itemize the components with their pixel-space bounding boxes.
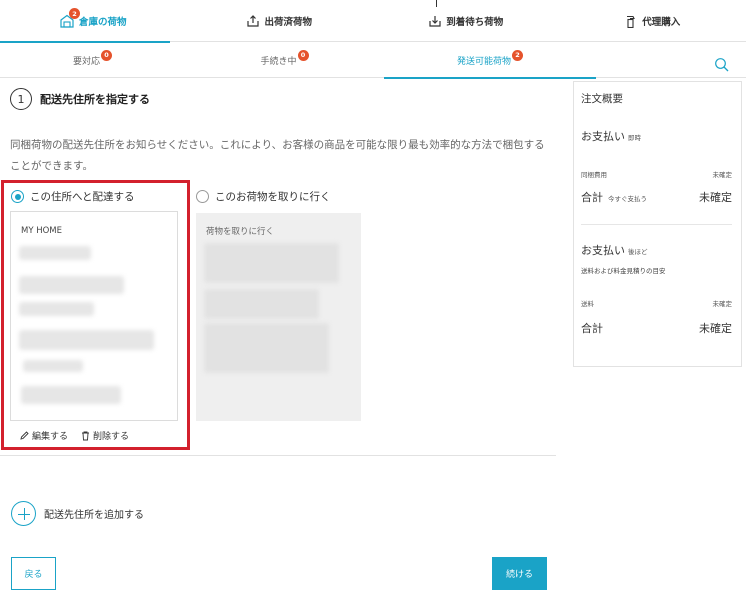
pickup-card-title: 荷物を取りに行く	[206, 227, 275, 237]
redacted-text	[204, 289, 319, 319]
tab-proxy-purchase[interactable]: 代理購入	[560, 0, 746, 42]
pay-later-heading-text: お支払い	[581, 244, 625, 257]
tab-label: 出荷済荷物	[264, 17, 312, 28]
pay-later-heading-note: 後ほど	[628, 248, 648, 256]
delete-address-button[interactable]: 削除する	[81, 429, 129, 442]
pickup-card[interactable]: 荷物を取りに行く	[196, 213, 361, 421]
pay-later-total-value: 未確定	[699, 322, 732, 335]
summary-divider	[581, 224, 732, 225]
tab-warehouse[interactable]: 2 倉庫の荷物	[0, 0, 187, 43]
step-number: 1	[10, 88, 32, 110]
deliver-radio[interactable]	[11, 190, 24, 203]
pay-later-item-row: 送料 未確定	[581, 298, 732, 308]
redacted-text	[204, 243, 339, 283]
add-address-label: 配送先住所を追加する	[44, 510, 144, 521]
subtab-badge: 0	[101, 49, 112, 61]
pay-now-heading: お支払い 即時	[581, 128, 641, 144]
warehouse-icon: 2	[60, 8, 80, 28]
pay-later-item-value: 未確定	[712, 300, 733, 308]
edit-label: 編集する	[32, 432, 69, 442]
pay-now-heading-note: 即時	[628, 134, 641, 142]
sub-nav: 要対応 0 手続き中 0 発送可能荷物 2	[0, 42, 746, 79]
address-card[interactable]: MY HOME	[10, 211, 178, 421]
pickup-radio[interactable]	[196, 190, 209, 203]
subtab-ready-to-ship[interactable]: 発送可能荷物 2	[384, 42, 596, 79]
pencil-icon	[20, 431, 29, 440]
summary-title: 注文概要	[581, 93, 623, 105]
warehouse-badge: 2	[68, 8, 80, 19]
tab-label: 到着待ち荷物	[446, 17, 504, 28]
tab-label: 代理購入	[642, 17, 681, 28]
pay-later-item-label: 送料	[581, 300, 594, 308]
redacted-text	[21, 386, 121, 404]
subtab-action-required[interactable]: 要対応 0	[35, 42, 150, 78]
redacted-text	[23, 360, 83, 372]
subtab-badge: 0	[297, 49, 309, 61]
order-summary: 注文概要 お支払い 即時 同梱費用 未確定 合計 今すぐ支払う 未確定 お支払い 後ほ…	[573, 81, 742, 367]
section-divider	[0, 455, 556, 456]
tab-shipped[interactable]: 出荷済荷物	[187, 0, 374, 42]
redacted-text	[204, 323, 329, 373]
redacted-text	[19, 302, 94, 316]
search-icon[interactable]	[714, 57, 730, 73]
tab-incoming[interactable]: 到着待ち荷物	[373, 0, 560, 42]
deliver-option[interactable]: この住所へと配達する	[11, 189, 134, 204]
subtab-label: 手続き中	[260, 56, 297, 67]
redacted-text	[19, 246, 91, 260]
address-card-title: MY HOME	[21, 226, 63, 236]
pay-now-item-row: 同梱費用 未確定	[581, 169, 732, 179]
back-button[interactable]: 戻る	[11, 557, 56, 590]
pay-later-total-row: 合計 未確定	[581, 320, 732, 336]
outbox-icon	[247, 15, 260, 27]
pay-now-item-value: 未確定	[712, 171, 733, 179]
continue-button[interactable]: 続ける	[492, 557, 547, 590]
deliver-label: この住所へと配達する	[30, 191, 135, 203]
pay-now-item-label: 同梱費用	[581, 171, 607, 179]
subtab-label: 要対応	[72, 56, 100, 67]
delete-label: 削除する	[93, 432, 130, 442]
pickup-label: このお荷物を取りに行く	[215, 191, 331, 203]
pay-later-heading: お支払い 後ほど	[581, 242, 648, 258]
step-description: 同梱荷物の配送先住所をお知らせください。これにより、お客様の商品を可能な限り最も…	[10, 139, 545, 172]
add-address-button[interactable]: 配送先住所を追加する	[11, 501, 144, 526]
edit-address-button[interactable]: 編集する	[20, 429, 68, 442]
trash-icon	[81, 431, 90, 441]
pay-now-total-value: 未確定	[699, 191, 732, 204]
pay-now-total-label: 合計	[581, 191, 603, 204]
pay-now-heading-text: お支払い	[581, 130, 625, 143]
spray-bottle-icon	[625, 15, 637, 28]
step-title: 配送先住所を指定する	[40, 93, 150, 106]
plus-icon	[11, 501, 36, 526]
pay-later-total-label: 合計	[581, 322, 603, 335]
tab-label: 倉庫の荷物	[78, 17, 127, 28]
redacted-text	[19, 276, 124, 294]
pay-now-total-note: 今すぐ支払う	[608, 195, 647, 203]
subtab-badge: 2	[512, 49, 523, 61]
inbox-icon	[429, 15, 441, 27]
top-nav: 2 倉庫の荷物 出荷済荷物 到着待ち荷物 代理購入	[0, 0, 746, 43]
subtab-in-progress[interactable]: 手続き中 0	[227, 42, 342, 78]
pay-later-note: 送料および料金見積りの目安	[581, 267, 666, 275]
pickup-option[interactable]: このお荷物を取りに行く	[196, 189, 331, 204]
subtab-label: 発送可能荷物	[456, 56, 511, 67]
redacted-text	[19, 330, 154, 350]
pay-now-total-row: 合計 今すぐ支払う 未確定	[581, 189, 732, 205]
